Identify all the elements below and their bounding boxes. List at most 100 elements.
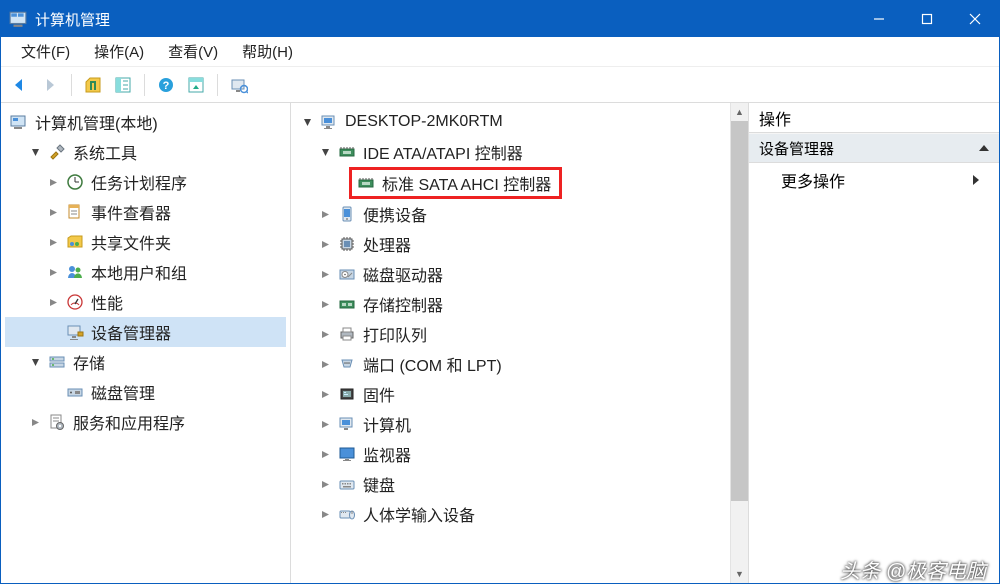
- disk-icon: [65, 382, 85, 402]
- help-button[interactable]: ?: [153, 72, 179, 98]
- expand-icon[interactable]: [27, 144, 43, 160]
- close-button[interactable]: [951, 1, 999, 37]
- event-viewer-icon: [65, 202, 85, 222]
- expand-icon[interactable]: [299, 114, 315, 130]
- hid-icon: [337, 504, 357, 524]
- actions-section-title[interactable]: 设备管理器: [749, 133, 999, 163]
- expand-icon[interactable]: [317, 356, 333, 372]
- expand-icon[interactable]: [45, 174, 61, 190]
- expand-icon[interactable]: [317, 476, 333, 492]
- tree-performance[interactable]: 性能: [5, 287, 286, 317]
- device-keyboards[interactable]: 键盘: [295, 469, 730, 499]
- tree-label: 计算机管理(本地): [35, 110, 158, 134]
- expand-icon[interactable]: [317, 144, 333, 160]
- device-sata-ahci[interactable]: 标准 SATA AHCI 控制器: [349, 167, 562, 199]
- firmware-icon: [337, 384, 357, 404]
- actions-pane: 操作 设备管理器 更多操作: [749, 103, 999, 583]
- tree-task-scheduler[interactable]: 任务计划程序: [5, 167, 286, 197]
- up-button[interactable]: [80, 72, 106, 98]
- device-print-queues[interactable]: 打印队列: [295, 319, 730, 349]
- tree-label: 本地用户和组: [91, 260, 187, 284]
- menu-file[interactable]: 文件(F): [11, 38, 84, 65]
- expand-icon[interactable]: [317, 386, 333, 402]
- tree-label: 计算机: [363, 412, 411, 436]
- scroll-up-button[interactable]: ▲: [731, 103, 748, 121]
- scroll-thumb[interactable]: [731, 121, 748, 501]
- tree-system-tools[interactable]: 系统工具: [5, 137, 286, 167]
- actions-more[interactable]: 更多操作: [749, 163, 999, 197]
- expand-icon[interactable]: [45, 294, 61, 310]
- shared-folder-icon: [65, 232, 85, 252]
- tree-event-viewer[interactable]: 事件查看器: [5, 197, 286, 227]
- tree-label: 设备管理器: [91, 320, 171, 344]
- scan-hardware-button[interactable]: [226, 72, 252, 98]
- tree-label: 键盘: [363, 472, 395, 496]
- tree-device-manager[interactable]: 设备管理器: [5, 317, 286, 347]
- expand-icon[interactable]: [317, 296, 333, 312]
- device-root[interactable]: DESKTOP-2MK0RTM: [295, 107, 730, 137]
- tree-services-apps[interactable]: 服务和应用程序: [5, 407, 286, 437]
- tree-storage[interactable]: 存储: [5, 347, 286, 377]
- back-button[interactable]: [7, 72, 33, 98]
- show-hide-tree-button[interactable]: [110, 72, 136, 98]
- svg-text:?: ?: [163, 80, 170, 92]
- tree-label: 便携设备: [363, 202, 427, 226]
- vertical-scrollbar[interactable]: ▲ ▼: [730, 103, 748, 583]
- expand-icon[interactable]: [317, 236, 333, 252]
- device-monitors[interactable]: 监视器: [295, 439, 730, 469]
- expand-icon[interactable]: [45, 234, 61, 250]
- menu-help[interactable]: 帮助(H): [232, 38, 307, 65]
- computer-icon: [319, 112, 339, 132]
- device-storage-controllers[interactable]: 存储控制器: [295, 289, 730, 319]
- tree-label: DESKTOP-2MK0RTM: [345, 113, 503, 131]
- separator: [144, 74, 145, 96]
- services-icon: [47, 412, 67, 432]
- scroll-down-button[interactable]: ▼: [731, 565, 748, 583]
- device-disk-drives[interactable]: 磁盘驱动器: [295, 259, 730, 289]
- expand-icon[interactable]: [317, 326, 333, 342]
- tree-label: 磁盘管理: [91, 380, 155, 404]
- actions-more-label: 更多操作: [781, 168, 845, 192]
- tree-label: 磁盘驱动器: [363, 262, 443, 286]
- forward-button[interactable]: [37, 72, 63, 98]
- expand-icon[interactable]: [317, 506, 333, 522]
- menu-action[interactable]: 操作(A): [84, 38, 158, 65]
- expand-icon[interactable]: [27, 414, 43, 430]
- device-computers[interactable]: 计算机: [295, 409, 730, 439]
- tree-label: 系统工具: [73, 140, 137, 164]
- cpu-icon: [337, 234, 357, 254]
- performance-icon: [65, 292, 85, 312]
- expand-icon[interactable]: [317, 446, 333, 462]
- device-portable[interactable]: 便携设备: [295, 199, 730, 229]
- menu-view[interactable]: 查看(V): [158, 38, 232, 65]
- window-title: 计算机管理: [35, 9, 110, 30]
- actions-section-label: 设备管理器: [759, 138, 834, 159]
- storage-controller-icon: [337, 294, 357, 314]
- minimize-button[interactable]: [855, 1, 903, 37]
- properties-button[interactable]: [183, 72, 209, 98]
- tree-shared-folders[interactable]: 共享文件夹: [5, 227, 286, 257]
- app-icon: [9, 10, 27, 28]
- expand-icon[interactable]: [45, 264, 61, 280]
- device-ide-atapi[interactable]: IDE ATA/ATAPI 控制器: [295, 137, 730, 167]
- device-processors[interactable]: 处理器: [295, 229, 730, 259]
- device-hid[interactable]: 人体学输入设备: [295, 499, 730, 529]
- device-tree-pane: DESKTOP-2MK0RTM IDE ATA/ATAPI 控制器 标准 SAT…: [291, 103, 749, 583]
- device-ports[interactable]: 端口 (COM 和 LPT): [295, 349, 730, 379]
- expand-icon[interactable]: [45, 204, 61, 220]
- tree-label: 处理器: [363, 232, 411, 256]
- left-tree-pane: 计算机管理(本地) 系统工具 任务计划程序 事件查看器: [1, 103, 291, 583]
- expand-icon[interactable]: [317, 206, 333, 222]
- tools-icon: [47, 142, 67, 162]
- device-manager-icon: [65, 322, 85, 342]
- tree-local-users[interactable]: 本地用户和组: [5, 257, 286, 287]
- maximize-button[interactable]: [903, 1, 951, 37]
- separator: [71, 74, 72, 96]
- expand-icon[interactable]: [317, 416, 333, 432]
- tree-disk-mgmt[interactable]: 磁盘管理: [5, 377, 286, 407]
- expand-icon[interactable]: [317, 266, 333, 282]
- tree-root-computer-mgmt[interactable]: 计算机管理(本地): [5, 107, 286, 137]
- device-firmware[interactable]: 固件: [295, 379, 730, 409]
- titlebar: 计算机管理: [1, 1, 999, 37]
- expand-icon[interactable]: [27, 354, 43, 370]
